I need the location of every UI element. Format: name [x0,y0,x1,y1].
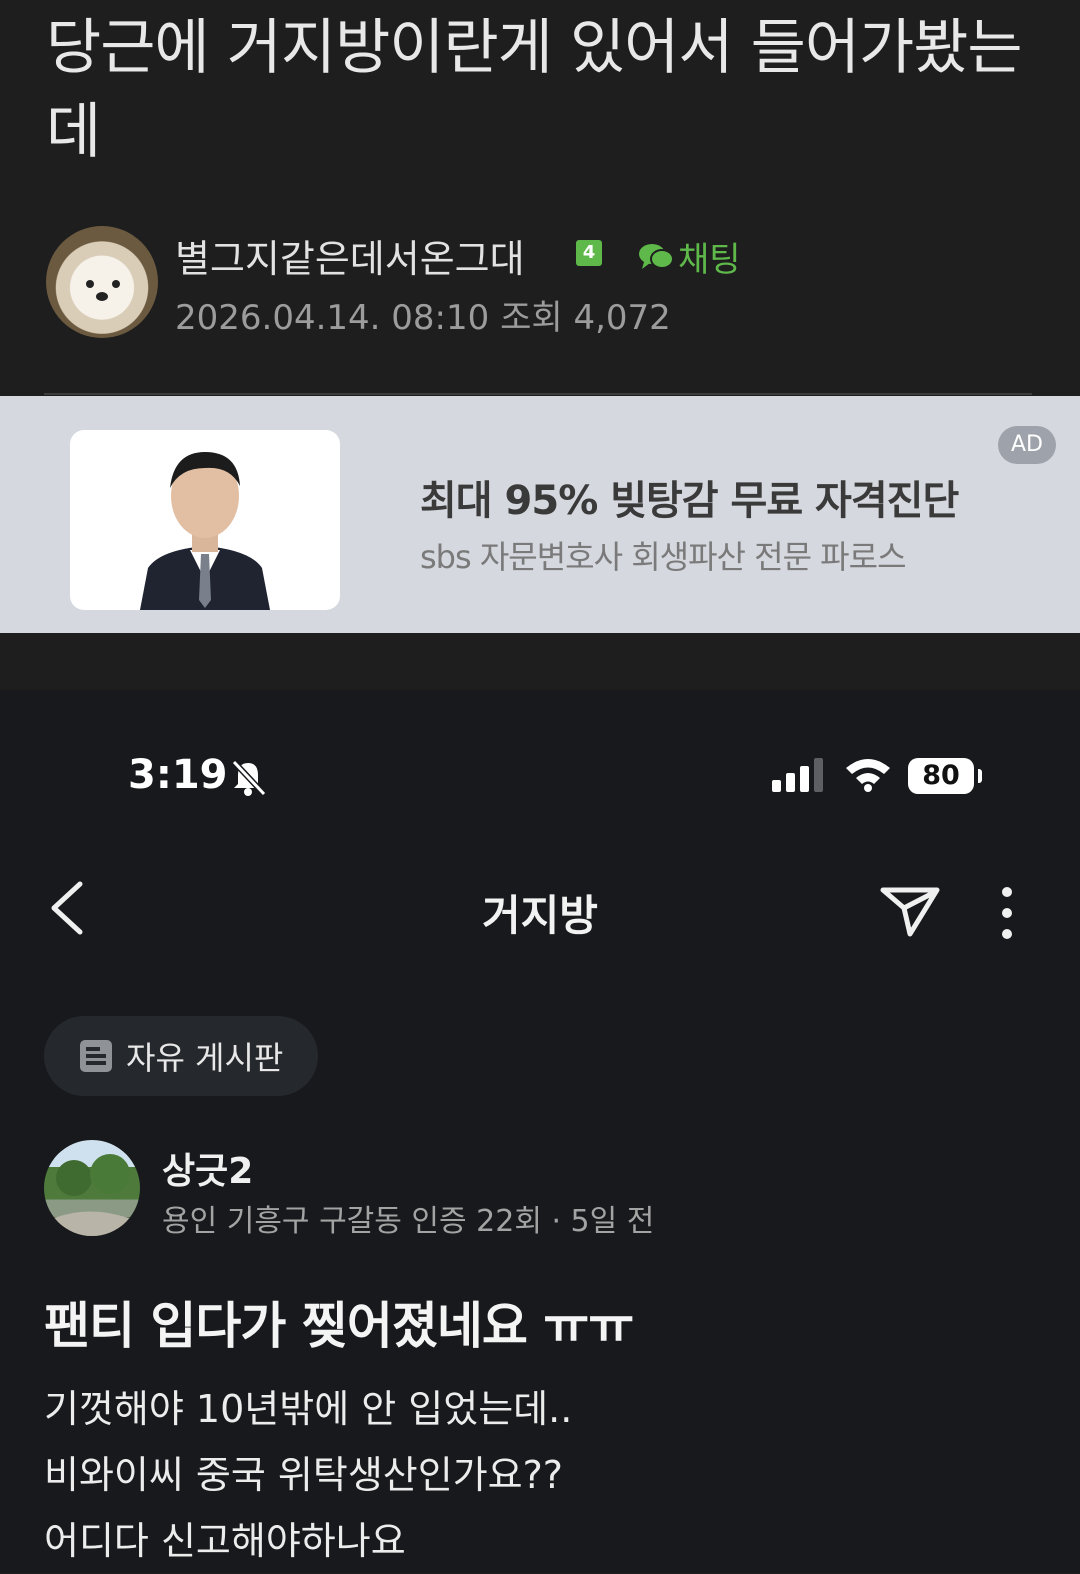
post-meta: 2026.04.14. 08:10 조회 4,072 [175,298,671,338]
bell-muted-icon [231,759,267,797]
user-meta: 용인 기흥구 구갈동 인증 22회 · 5일 전 [162,1204,655,1239]
cellular-signal-icon [772,758,823,792]
article-body: 기껏해야 10년밖에 안 입었는데.. 비와이씨 중국 위탁생산인가요?? 어디… [44,1376,1044,1574]
share-send-icon[interactable] [878,884,942,940]
chat-bubble-icon [639,243,674,269]
board-document-icon [80,1040,112,1072]
ad-subtext: sbs 자문변호사 회생파산 전문 파로스 [420,538,907,576]
ad-badge[interactable]: AD [998,426,1056,464]
level-badge: 4 [576,240,602,266]
avatar-eye-left [86,280,94,288]
chat-label: 채팅 [678,240,741,280]
user-avatar[interactable] [44,1140,140,1236]
board-chip-label: 자유 게시판 [126,1039,284,1077]
article-line: 어디다 신고해야하나요 [44,1519,406,1563]
battery-tip [978,769,982,783]
phone-screenshot: 3:19 80 거지방 자유 게시판 상긋2 용인 기흥구 구갈동 인증 22회… [0,690,1080,1573]
battery-indicator: 80 [908,758,974,794]
avatar-eye-right [112,280,120,288]
ad-lawyer-image [70,430,340,610]
article-line: 비와이씨 중국 위탁생산인가요?? [44,1453,563,1497]
more-vertical-icon[interactable] [996,886,1018,940]
wifi-icon [846,759,890,792]
author-name[interactable]: 별그지같은데서온그대 [175,228,525,283]
status-time: 3:19 [128,752,228,798]
user-name[interactable]: 상긋2 [162,1142,253,1194]
article-line: 기껏해야 10년밖에 안 입었는데.. [44,1387,573,1431]
avatar-nose [96,292,108,301]
ad-headline: 최대 95% 빚탕감 무료 자격진단 [420,478,959,524]
divider [44,393,1032,395]
board-chip[interactable]: 자유 게시판 [44,1016,318,1096]
ad-banner[interactable]: 최대 95% 빚탕감 무료 자격진단 sbs 자문변호사 회생파산 전문 파로스… [0,396,1080,633]
chat-link[interactable]: 채팅 [638,232,741,281]
article-title: 팬티 입다가 찢어졌네요 ㅠㅠ [44,1297,634,1355]
post-title: 당근에 거지방이란게 있어서 들어가봤는데 [46,13,1023,167]
author-avatar[interactable] [46,226,158,338]
